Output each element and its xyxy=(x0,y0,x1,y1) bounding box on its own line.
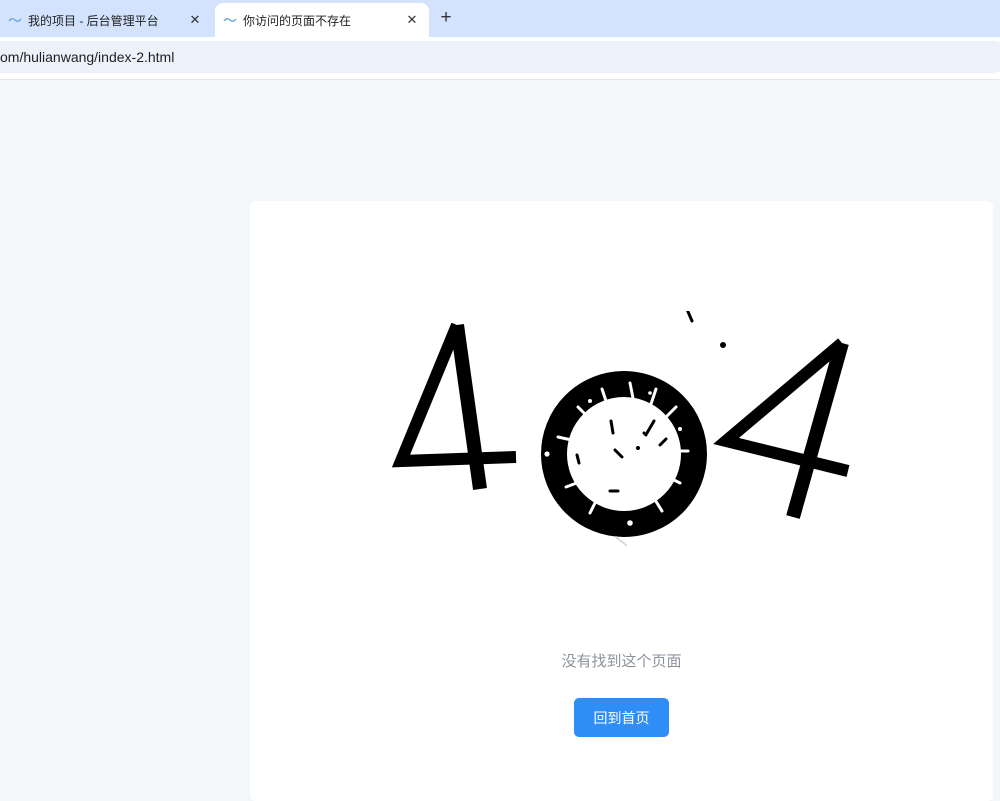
tab-title: 你访问的页面不存在 xyxy=(243,13,352,28)
error-card: 没有找到这个页面 回到首页 xyxy=(250,201,993,801)
browser-tab-not-found[interactable]: 你访问的页面不存在 ✕ xyxy=(215,3,429,37)
new-tab-button[interactable]: + xyxy=(436,7,456,28)
site-favicon-icon xyxy=(7,12,23,28)
address-bar[interactable]: om/hulianwang/index-2.html xyxy=(0,41,1000,73)
browser-tab-admin[interactable]: 我的项目 - 后台管理平台 ✕ xyxy=(0,3,212,37)
close-icon[interactable]: ✕ xyxy=(185,10,205,30)
digit-four-right xyxy=(713,338,850,519)
not-found-message: 没有找到这个页面 xyxy=(561,653,682,670)
digit-zero-broken-ring xyxy=(541,311,726,546)
site-favicon-icon xyxy=(222,12,238,28)
browser-tabstrip: 我的项目 - 后台管理平台 ✕ 你访问的页面不存在 ✕ + xyxy=(0,0,1000,37)
address-text: om/hulianwang/index-2.html xyxy=(0,49,175,65)
tab-title: 我的项目 - 后台管理平台 xyxy=(28,13,159,28)
browser-toolbar: om/hulianwang/index-2.html xyxy=(0,37,1000,75)
close-icon[interactable]: ✕ xyxy=(402,10,422,30)
page-viewport: 没有找到这个页面 回到首页 xyxy=(0,80,1000,801)
back-to-home-button[interactable]: 回到首页 xyxy=(574,698,669,737)
error-404-illustration xyxy=(391,311,850,546)
digit-four-left xyxy=(391,322,517,490)
